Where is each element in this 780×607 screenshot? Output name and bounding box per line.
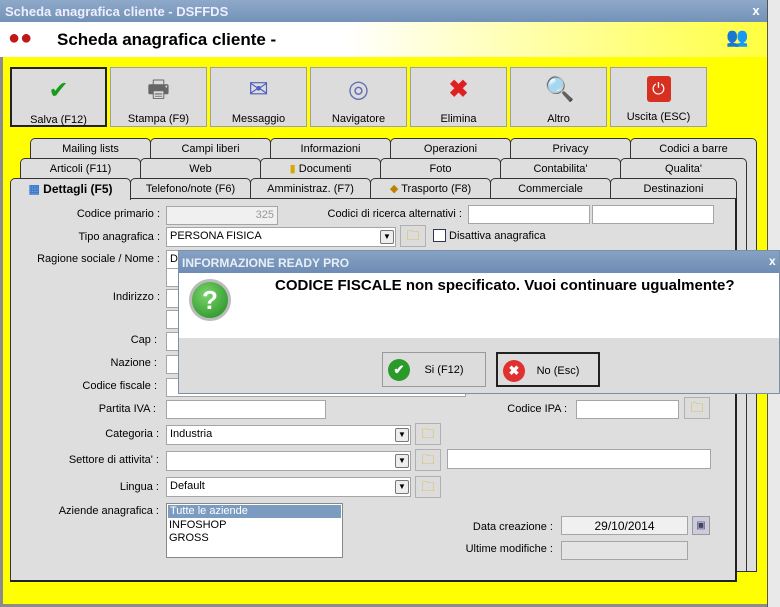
tipo-anagrafica-select[interactable]: PERSONA FISICA	[166, 227, 396, 247]
chevron-down-icon[interactable]: ▼	[395, 454, 409, 468]
data-creazione-field: 29/10/2014	[561, 516, 688, 535]
no-label: No (Esc)	[536, 365, 580, 377]
codice-primario-label: Codice primario :	[76, 208, 160, 220]
aziende-label: Aziende anagrafica :	[58, 505, 159, 517]
codici-ricerca-label: Codici di ricerca alternativi :	[327, 208, 463, 220]
folder-icon[interactable]: 🗀	[415, 423, 441, 445]
nazione-label: Nazione :	[110, 357, 157, 369]
cap-label: Cap :	[130, 334, 157, 346]
disattiva-label: Disattiva anagrafica	[449, 230, 546, 242]
tipo-anagrafica-label: Tipo anagrafica :	[78, 231, 160, 243]
lingua-select[interactable]: Default	[166, 477, 411, 497]
codice-fiscale-label: Codice fiscale :	[82, 380, 157, 392]
codice-ipa-input[interactable]	[576, 400, 679, 419]
folder-icon[interactable]: 🗀	[415, 476, 441, 498]
codice-ricerca-2-input[interactable]	[592, 205, 714, 224]
chevron-down-icon[interactable]: ▼	[380, 230, 394, 244]
lingua-label: Lingua :	[119, 481, 159, 493]
question-icon: ?	[189, 279, 231, 321]
settore-description-input[interactable]	[447, 449, 711, 469]
ragione-sociale-label: Ragione sociale / Nome :	[37, 253, 160, 265]
list-item[interactable]: Tutte le aziende	[168, 505, 341, 518]
chevron-down-icon[interactable]: ▼	[395, 428, 409, 442]
disattiva-checkbox[interactable]	[433, 229, 446, 242]
data-creazione-label: Data creazione :	[472, 521, 553, 533]
settore-select[interactable]	[166, 451, 411, 471]
aziende-listbox[interactable]: Tutte le aziende INFOSHOP GROSS	[166, 503, 343, 558]
dialog-title: INFORMAZIONE READY PRO	[179, 251, 779, 273]
calendar-search-icon[interactable]: ▣	[692, 516, 710, 535]
folder-icon[interactable]: 🗀	[684, 397, 710, 419]
indirizzo-label: Indirizzo :	[112, 291, 160, 303]
folder-icon[interactable]: 🗀	[415, 449, 441, 471]
codice-ricerca-1-input[interactable]	[468, 205, 590, 224]
categoria-select[interactable]: Industria	[166, 425, 411, 445]
partita-iva-label: Partita IVA :	[98, 403, 156, 415]
folder-icon[interactable]: 🗀	[400, 225, 426, 247]
yes-button[interactable]: ✔ Si (F12)	[382, 352, 486, 387]
list-item[interactable]: GROSS	[167, 532, 342, 545]
info-dialog: INFORMAZIONE READY PRO x ? CODICE FISCAL…	[178, 250, 780, 394]
categoria-label: Categoria :	[105, 428, 159, 440]
dialog-message: CODICE FISCALE non specificato. Vuoi con…	[275, 277, 735, 294]
dialog-close-button[interactable]: x	[769, 254, 776, 268]
chevron-down-icon[interactable]: ▼	[395, 480, 409, 494]
ultime-modifiche-label: Ultime modifiche :	[465, 543, 553, 555]
codice-primario-input[interactable]: 325	[166, 206, 278, 225]
settore-label: Settore di attivita' :	[68, 454, 159, 466]
partita-iva-input[interactable]	[166, 400, 326, 419]
list-item[interactable]: INFOSHOP	[167, 519, 342, 532]
no-button[interactable]: ✖ No (Esc)	[496, 352, 600, 387]
ultime-modifiche-field	[561, 541, 688, 560]
yes-label: Si (F12)	[424, 364, 464, 376]
codice-ipa-label: Codice IPA :	[507, 403, 567, 415]
